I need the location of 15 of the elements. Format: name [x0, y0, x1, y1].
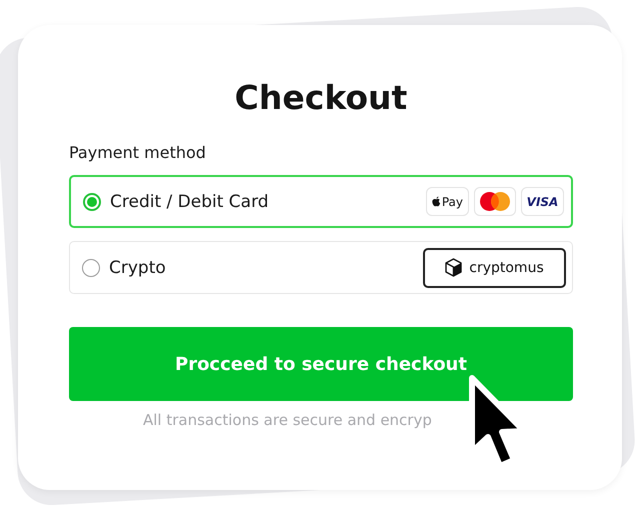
option-label: Credit / Debit Card	[110, 192, 270, 212]
apple-icon	[432, 196, 441, 207]
visa-badge: VISA	[521, 187, 564, 216]
overlapping-circles-icon	[480, 192, 510, 211]
payment-option[interactable]: Credit / Debit Card Pay VISA	[69, 175, 573, 228]
security-note: All transactions are secure and encryp	[143, 411, 432, 429]
radio-button[interactable]	[83, 192, 101, 210]
cube-icon	[445, 258, 462, 277]
cryptomus-logo: cryptomus	[423, 248, 566, 288]
apple-pay-badge: Pay	[426, 187, 469, 216]
payment-option[interactable]: Crypto cryptomus	[69, 241, 573, 294]
checkout-title: Checkout	[234, 77, 408, 119]
option-label: Crypto	[109, 258, 167, 278]
radio-button[interactable]	[82, 258, 100, 276]
section-label: Payment method	[69, 143, 207, 163]
